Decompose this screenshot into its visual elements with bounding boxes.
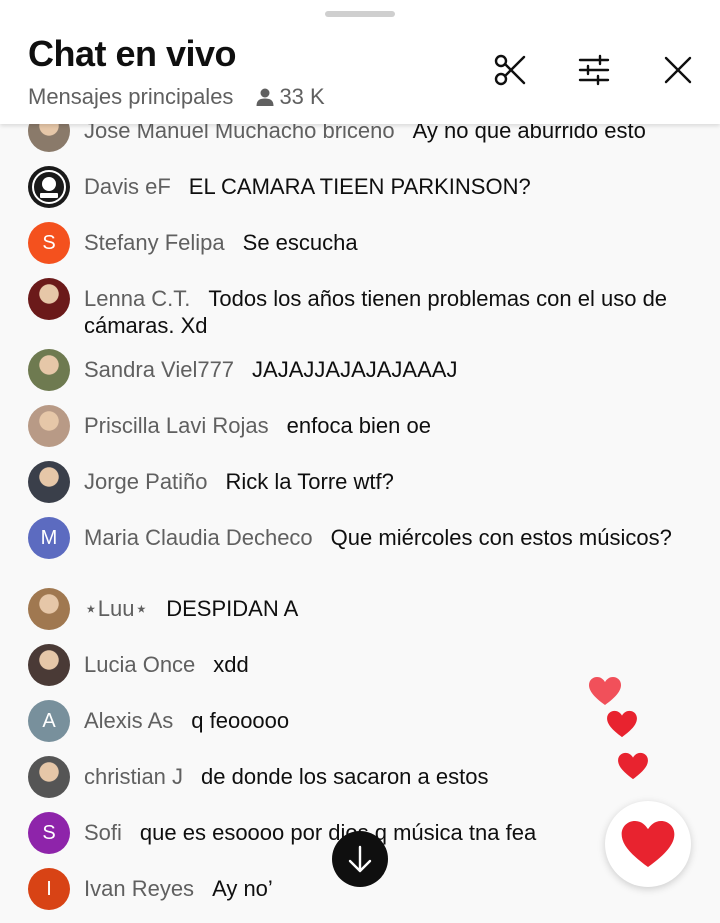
- filter-settings-button[interactable]: [572, 48, 616, 92]
- drag-handle[interactable]: [325, 11, 395, 17]
- chat-header: Chat en vivo Mensajes principales 33 K: [0, 0, 720, 124]
- chat-text: Se escucha: [242, 230, 358, 255]
- chat-author[interactable]: Maria Claudia Decheco: [84, 525, 313, 550]
- chat-author[interactable]: Jorge Patiño: [84, 469, 208, 494]
- chat-text: JAJAJJAJAJAJAAAJ: [252, 357, 458, 382]
- chat-filter[interactable]: Mensajes principales 33 K: [28, 84, 325, 110]
- avatar-letter: I: [46, 877, 52, 900]
- chat-text: Que miércoles con estos músicos?: [330, 525, 672, 550]
- chat-author[interactable]: ⋆Luu⋆: [84, 596, 148, 621]
- chat-author[interactable]: Sandra Viel777: [84, 357, 234, 382]
- avatar[interactable]: [28, 349, 70, 391]
- filter-label: Mensajes principales: [28, 84, 234, 109]
- reaction-button[interactable]: [605, 801, 691, 887]
- chat-text: de donde los sacaron a estos: [201, 764, 489, 789]
- clip-button[interactable]: [488, 48, 532, 92]
- chat-message-list[interactable]: Jose Manuel Muchacho briceno Ay no que ab…: [0, 104, 720, 923]
- channel-logo-icon: [29, 167, 69, 207]
- chat-author[interactable]: Lenna C.T.: [84, 286, 190, 311]
- chat-text: xdd: [213, 652, 249, 677]
- avatar-letter: S: [42, 231, 56, 254]
- avatar[interactable]: I: [28, 868, 70, 910]
- avatar[interactable]: S: [28, 812, 70, 854]
- close-icon: [664, 56, 692, 84]
- scroll-to-bottom-button[interactable]: [332, 831, 388, 887]
- chat-author[interactable]: Stefany Felipa: [84, 230, 225, 255]
- chat-author[interactable]: Alexis As: [84, 708, 173, 733]
- clip-icon: [494, 54, 526, 86]
- chat-message-body: Lenna C.T. Todos los años tienen problema…: [84, 285, 689, 339]
- chat-message-body: christian J de donde los sacaron a estos: [84, 763, 689, 790]
- chat-text: DESPIDAN A: [166, 596, 299, 621]
- chat-message-body: Alexis As q feooooo: [84, 707, 689, 734]
- viewer-count-value: 33 K: [279, 84, 325, 109]
- avatar[interactable]: M: [28, 517, 70, 559]
- avatar[interactable]: [28, 461, 70, 503]
- chat-author[interactable]: christian J: [84, 764, 183, 789]
- avatar[interactable]: [28, 278, 70, 320]
- avatar[interactable]: S: [28, 222, 70, 264]
- person-icon: [256, 88, 274, 106]
- avatar-letter: M: [40, 526, 58, 549]
- chat-message-body: Ivan Reyes Ay no’: [84, 875, 689, 902]
- chat-message-body: Lucia Once xdd: [84, 651, 689, 678]
- chat-author[interactable]: Davis eF: [84, 174, 171, 199]
- chat-author[interactable]: Ivan Reyes: [84, 876, 194, 901]
- close-button[interactable]: [656, 48, 700, 92]
- avatar[interactable]: [28, 756, 70, 798]
- chat-message-body: ⋆Luu⋆ DESPIDAN A: [84, 595, 689, 622]
- chat-message-body: Stefany Felipa Se escucha: [84, 229, 689, 256]
- chat-message-body: Priscilla Lavi Rojas enfoca bien oe: [84, 412, 689, 439]
- chat-message-body: Davis eF EL CAMARA TIEEN PARKINSON?: [84, 173, 689, 200]
- chat-author[interactable]: Sofi: [84, 820, 122, 845]
- floating-heart-icon: [618, 752, 648, 780]
- chat-author[interactable]: Lucia Once: [84, 652, 195, 677]
- avatar-letter: A: [42, 709, 56, 732]
- heart-icon: [621, 820, 675, 868]
- chat-message-body: Jorge Patiño Rick la Torre wtf?: [84, 468, 689, 495]
- avatar[interactable]: [28, 405, 70, 447]
- avatar[interactable]: A: [28, 700, 70, 742]
- viewer-count: 33 K: [255, 84, 325, 110]
- avatar-letter: S: [42, 821, 56, 844]
- chat-message-body: Maria Claudia Decheco Que miércoles con e…: [84, 524, 689, 551]
- chat-title: Chat en vivo: [28, 33, 237, 74]
- chat-message-body: Sandra Viel777 JAJAJJAJAJAJAAAJ: [84, 356, 689, 383]
- chat-text: EL CAMARA TIEEN PARKINSON?: [188, 174, 531, 199]
- floating-heart-icon: [589, 677, 621, 705]
- chat-text: Ay no’: [212, 876, 273, 901]
- arrow-down-icon: [348, 845, 372, 873]
- chat-author[interactable]: Priscilla Lavi Rojas: [84, 413, 269, 438]
- avatar[interactable]: [28, 166, 70, 208]
- chat-text: q feooooo: [191, 708, 290, 733]
- tune-icon: [578, 54, 610, 86]
- chat-text: Rick la Torre wtf?: [225, 469, 394, 494]
- avatar[interactable]: [28, 644, 70, 686]
- avatar[interactable]: [28, 588, 70, 630]
- chat-message-body: Sofi que es esoooo por dios q música tna …: [84, 819, 689, 846]
- chat-text: enfoca bien oe: [286, 413, 431, 438]
- floating-heart-icon: [607, 710, 637, 738]
